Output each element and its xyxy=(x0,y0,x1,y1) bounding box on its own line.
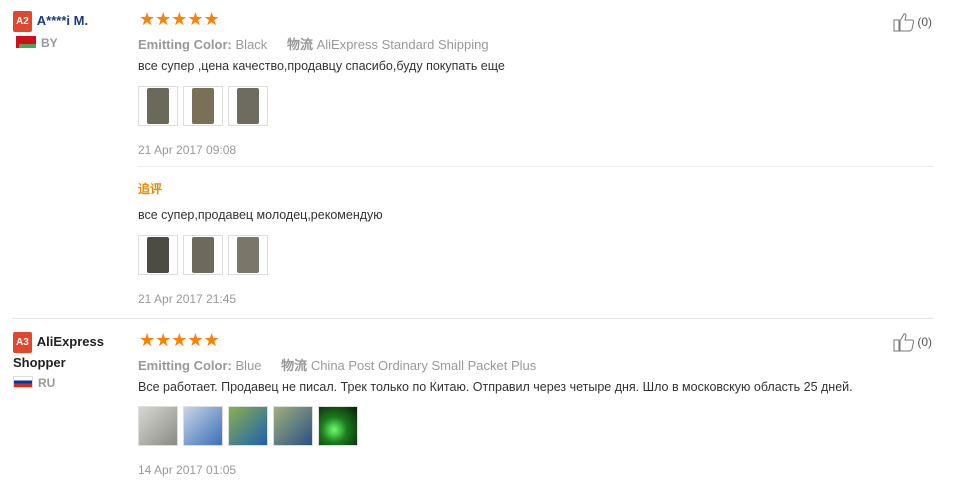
shipping-value: China Post Ordinary Small Packet Plus xyxy=(310,358,537,373)
followup-photos xyxy=(138,235,268,275)
followup-label: 追评 xyxy=(138,182,163,196)
thumbs-up-icon xyxy=(893,333,915,352)
followup-photo[interactable] xyxy=(138,235,178,275)
review-1: A2 A****i M. BY ★★★★★ Emitting Color: Bla… xyxy=(0,0,958,318)
review-photo[interactable] xyxy=(228,406,268,446)
shipping-label: 物流 xyxy=(286,37,313,52)
followup-text: все супер,продавец молодец,рекомендую xyxy=(138,208,383,222)
followup-photo[interactable] xyxy=(183,235,223,275)
review-date: 21 Apr 2017 09:08 xyxy=(138,143,237,157)
color-value: Blue xyxy=(235,358,262,373)
reviewer-name[interactable]: A2 A****i M. xyxy=(13,11,133,32)
helpful-count: (0) xyxy=(917,335,932,349)
helpful-count: (0) xyxy=(917,15,932,29)
review-photo[interactable] xyxy=(273,406,313,446)
followup-date: 21 Apr 2017 21:45 xyxy=(138,292,237,306)
helpful-button[interactable]: (0) xyxy=(893,332,932,352)
buyer-level-badge: A3 xyxy=(13,332,32,353)
review-photo[interactable] xyxy=(138,86,178,126)
review-photo[interactable] xyxy=(183,406,223,446)
order-info: Emitting Color: Black 物流 AliExpress Stan… xyxy=(138,34,489,53)
reviewer-country: BY xyxy=(13,36,133,50)
star-rating: ★★★★★ xyxy=(139,330,220,350)
review-date: 14 Apr 2017 01:05 xyxy=(138,463,237,477)
belarus-flag-icon xyxy=(13,36,36,48)
order-info: Emitting Color: Blue 物流 China Post Ordin… xyxy=(138,355,536,374)
star-rating: ★★★★★ xyxy=(139,9,220,29)
review-text: все супер ,цена качество,продавцу спасиб… xyxy=(138,59,505,73)
shipping-label: 物流 xyxy=(281,358,308,373)
color-value: Black xyxy=(235,37,268,52)
reviewer-name[interactable]: A3 AliExpress Shopper xyxy=(13,332,133,372)
review-photo[interactable] xyxy=(138,406,178,446)
reviewer-info: A3 AliExpress Shopper RU xyxy=(13,332,133,390)
review-photos xyxy=(138,86,268,126)
followup-photo[interactable] xyxy=(228,235,268,275)
review-text: Все работает. Продавец не писал. Трек то… xyxy=(138,380,853,394)
color-label: Emitting Color: xyxy=(138,358,232,373)
helpful-button[interactable]: (0) xyxy=(893,12,932,32)
shipping-value: AliExpress Standard Shipping xyxy=(316,37,489,52)
review-2: A3 AliExpress Shopper RU ★★★★★ Emitting C… xyxy=(0,318,958,489)
review-photos xyxy=(138,406,358,446)
thumbs-up-icon xyxy=(893,13,915,32)
review-photo[interactable] xyxy=(318,406,358,446)
russia-flag-icon xyxy=(13,376,33,388)
reviewer-country: RU xyxy=(13,376,133,390)
review-photo[interactable] xyxy=(183,86,223,126)
buyer-level-badge: A2 xyxy=(13,11,32,32)
reviewer-info: A2 A****i M. BY xyxy=(13,11,133,50)
review-photo[interactable] xyxy=(228,86,268,126)
divider xyxy=(137,166,934,167)
color-label: Emitting Color: xyxy=(138,37,232,52)
